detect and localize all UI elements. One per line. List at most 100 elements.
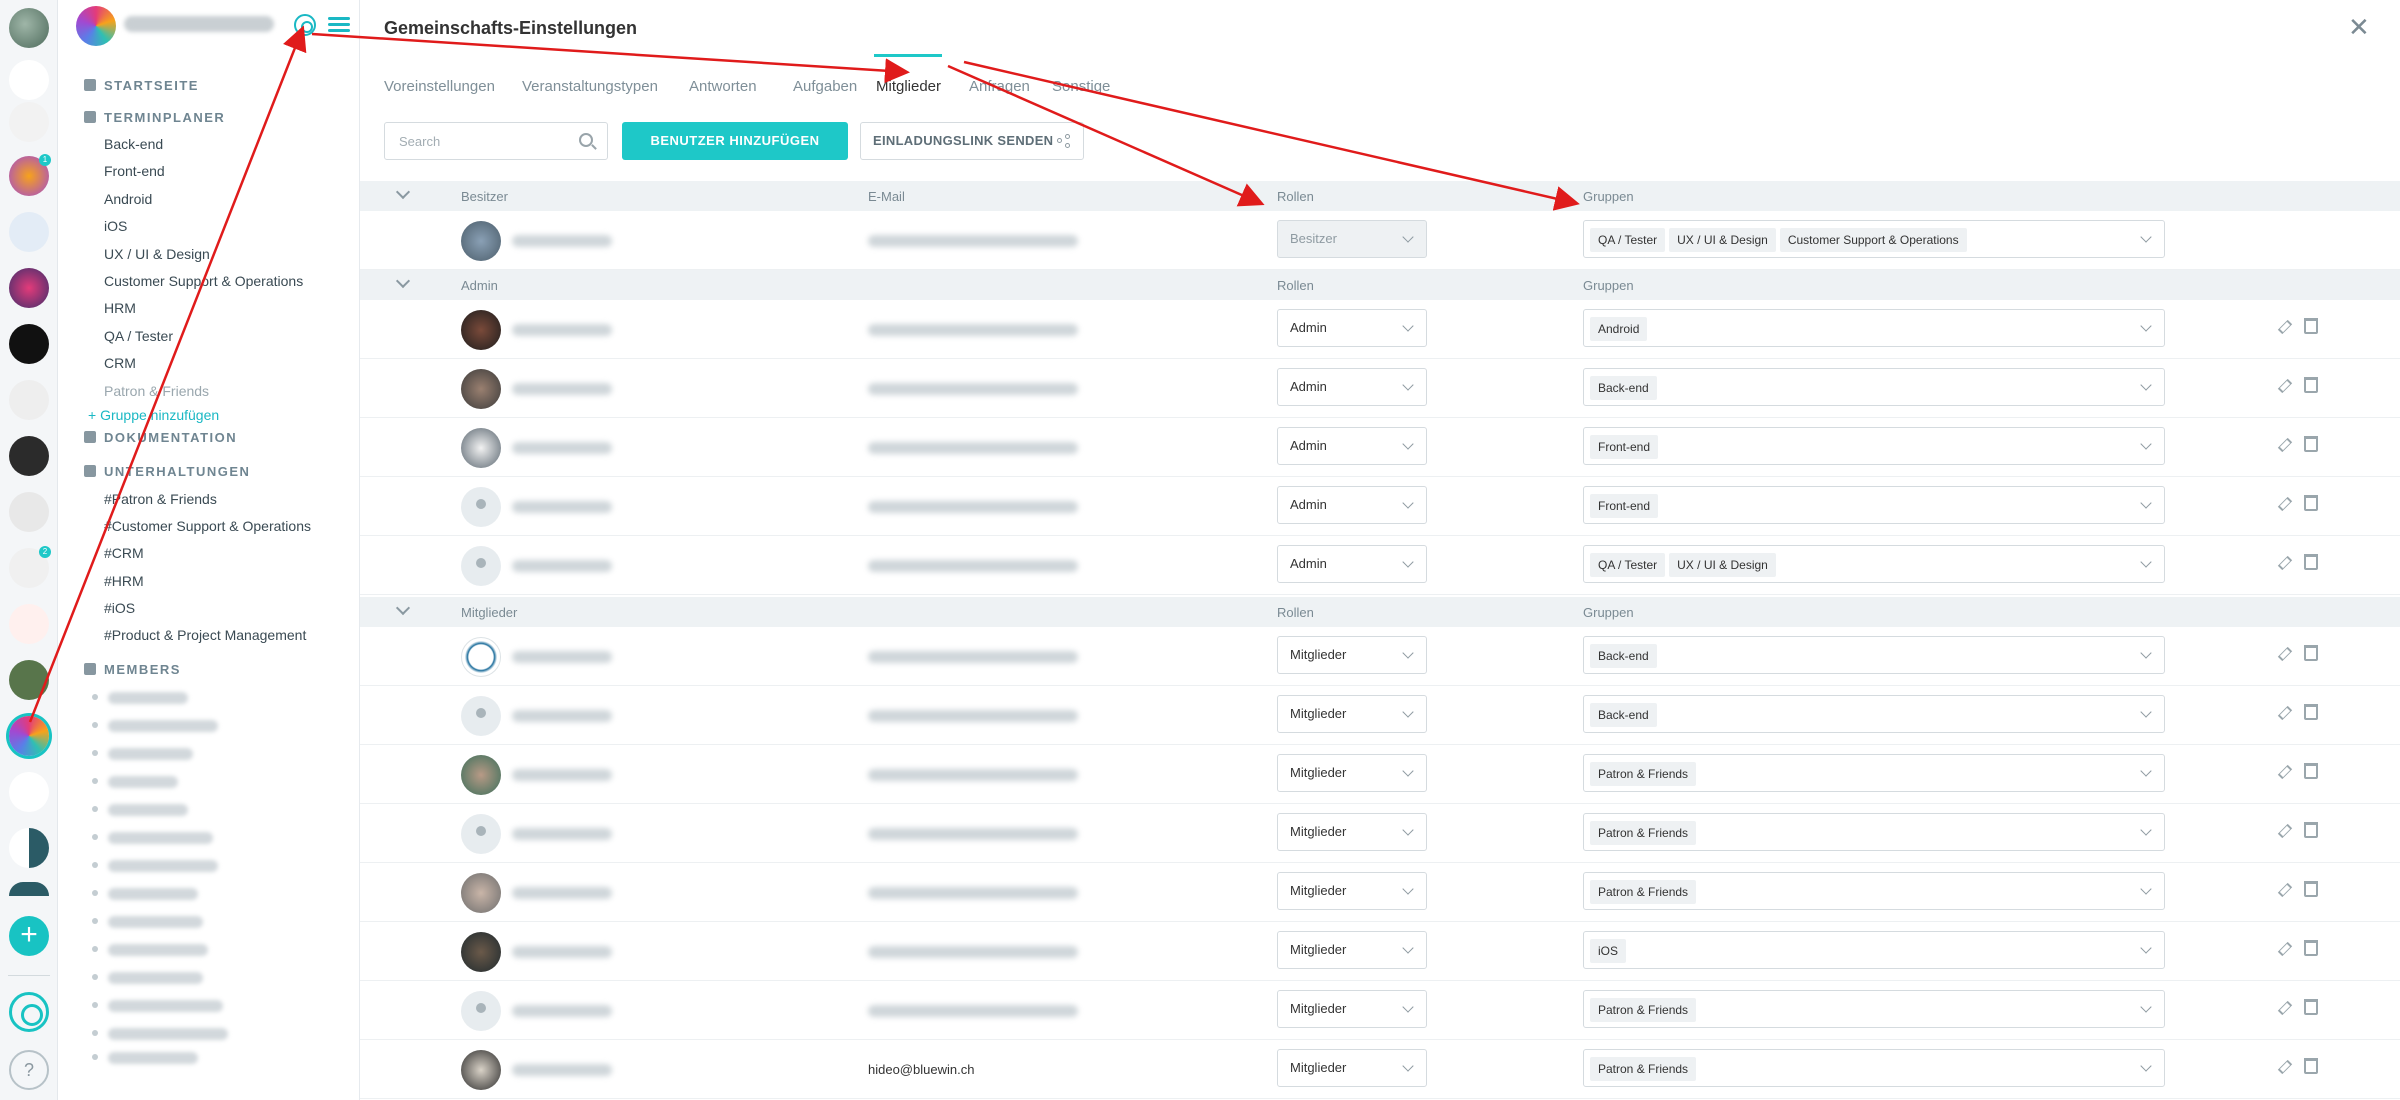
role-select[interactable]: Mitglieder [1277,636,1427,674]
community-icon-15[interactable] [9,772,49,812]
role-select[interactable]: Admin [1277,545,1427,583]
planner-item-hrm[interactable]: HRM [104,300,136,316]
community-avatar[interactable] [76,6,116,46]
trash-icon[interactable] [2304,554,2318,570]
pencil-icon[interactable] [2277,941,2293,957]
groups-select[interactable]: iOS [1583,931,2165,969]
community-icon-3[interactable] [9,102,49,142]
planner-item-patron[interactable]: Patron & Friends [104,383,209,399]
pencil-icon[interactable] [2277,378,2293,394]
groups-select[interactable]: Android [1583,309,2165,347]
groups-select[interactable]: QA / Tester UX / UI & Design Customer Supp… [1583,220,2165,258]
planner-item-back-end[interactable]: Back-end [104,136,163,152]
role-select[interactable]: Mitglieder [1277,1049,1427,1087]
nav-conversations[interactable]: UNTERHALTUNGEN [84,464,250,479]
conversation-support[interactable]: #Customer Support & Operations [104,518,311,534]
trash-icon[interactable] [2304,495,2318,511]
community-icon-5[interactable] [9,212,49,252]
chevron-down-icon[interactable] [395,184,411,200]
role-select[interactable]: Mitglieder [1277,872,1427,910]
send-invite-link-button[interactable]: EINLADUNGSLINK SENDEN [860,122,1084,160]
tab-veranstaltungstypen[interactable]: Veranstaltungstypen [522,78,658,95]
role-select[interactable]: Mitglieder [1277,990,1427,1028]
menu-icon[interactable] [328,14,350,36]
pencil-icon[interactable] [2277,764,2293,780]
trash-icon[interactable] [2304,940,2318,956]
pencil-icon[interactable] [2277,1059,2293,1075]
trash-icon[interactable] [2304,1058,2318,1074]
community-icon-2[interactable] [9,60,49,100]
trash-icon[interactable] [2304,822,2318,838]
trash-icon[interactable] [2304,645,2318,661]
community-icon-1[interactable] [9,8,49,48]
search-input[interactable]: Search [384,122,608,160]
tab-antworten[interactable]: Antworten [689,78,757,95]
community-icon-13[interactable] [9,660,49,700]
tab-voreinstellungen[interactable]: Voreinstellungen [384,78,495,95]
pencil-icon[interactable] [2277,823,2293,839]
role-select[interactable]: Admin [1277,368,1427,406]
community-icon-6[interactable] [9,268,49,308]
community-icon-10[interactable] [9,492,49,532]
pencil-icon[interactable] [2277,646,2293,662]
role-select[interactable]: Mitglieder [1277,931,1427,969]
trash-icon[interactable] [2304,377,2318,393]
groups-select[interactable]: Patron & Friends [1583,754,2165,792]
role-select[interactable]: Admin [1277,427,1427,465]
pencil-icon[interactable] [2277,496,2293,512]
conversation-patron[interactable]: #Patron & Friends [104,491,217,507]
add-user-button[interactable]: BENUTZER HINZUFÜGEN [622,122,848,160]
nav-members[interactable]: MEMBERS [84,662,181,677]
planner-item-android[interactable]: Android [104,191,152,207]
tab-mitglieder[interactable]: Mitglieder [876,78,941,95]
groups-select[interactable]: Patron & Friends [1583,872,2165,910]
community-icon-9[interactable] [9,436,49,476]
pencil-icon[interactable] [2277,437,2293,453]
groups-select[interactable]: Front-end [1583,486,2165,524]
trash-icon[interactable] [2304,436,2318,452]
role-select[interactable]: Mitglieder [1277,754,1427,792]
groups-select[interactable]: QA / Tester UX / UI & Design [1583,545,2165,583]
groups-select[interactable]: Patron & Friends [1583,990,2165,1028]
conversation-crm[interactable]: #CRM [104,545,144,561]
community-icon-16[interactable] [9,828,49,868]
add-community-button[interactable]: + [9,916,49,956]
pencil-icon[interactable] [2277,705,2293,721]
conversation-product[interactable]: #Product & Project Management [104,627,306,643]
planner-item-front-end[interactable]: Front-end [104,163,165,179]
groups-select[interactable]: Back-end [1583,368,2165,406]
planner-item-ios[interactable]: iOS [104,218,127,234]
trash-icon[interactable] [2304,999,2318,1015]
close-icon[interactable]: ✕ [2348,12,2370,43]
pencil-icon[interactable] [2277,555,2293,571]
trash-icon[interactable] [2304,763,2318,779]
trash-icon[interactable] [2304,318,2318,334]
groups-select[interactable]: Patron & Friends [1583,813,2165,851]
planner-item-ux[interactable]: UX / UI & Design [104,246,210,262]
trash-icon[interactable] [2304,881,2318,897]
conversation-ios[interactable]: #iOS [104,600,135,616]
chevron-down-icon[interactable] [395,273,411,289]
groups-select[interactable]: Front-end [1583,427,2165,465]
role-select[interactable]: Admin [1277,486,1427,524]
community-icon-12[interactable] [9,604,49,644]
role-select[interactable]: Admin [1277,309,1427,347]
groups-select[interactable]: Patron & Friends [1583,1049,2165,1087]
nav-planner[interactable]: TERMINPLANER [84,110,225,125]
community-icon-active[interactable] [9,716,49,756]
gear-icon[interactable] [294,14,316,36]
tab-aufgaben[interactable]: Aufgaben [793,78,857,95]
role-select[interactable]: Mitglieder [1277,695,1427,733]
add-group-link[interactable]: + Gruppe hinzufügen [88,407,219,423]
nav-home[interactable]: STARTSEITE [84,78,199,93]
trash-icon[interactable] [2304,704,2318,720]
tab-sonstige[interactable]: Sonstige [1052,78,1110,95]
nav-docs[interactable]: DOKUMENTATION [84,430,237,445]
community-icon-4[interactable]: 1 [9,154,51,196]
help-button[interactable]: ? [9,1050,49,1090]
community-icon-11[interactable]: 2 [9,546,51,588]
groups-select[interactable]: Back-end [1583,636,2165,674]
planner-item-support[interactable]: Customer Support & Operations [104,273,303,289]
community-icon-8[interactable] [9,380,49,420]
community-icon-7[interactable] [9,324,49,364]
